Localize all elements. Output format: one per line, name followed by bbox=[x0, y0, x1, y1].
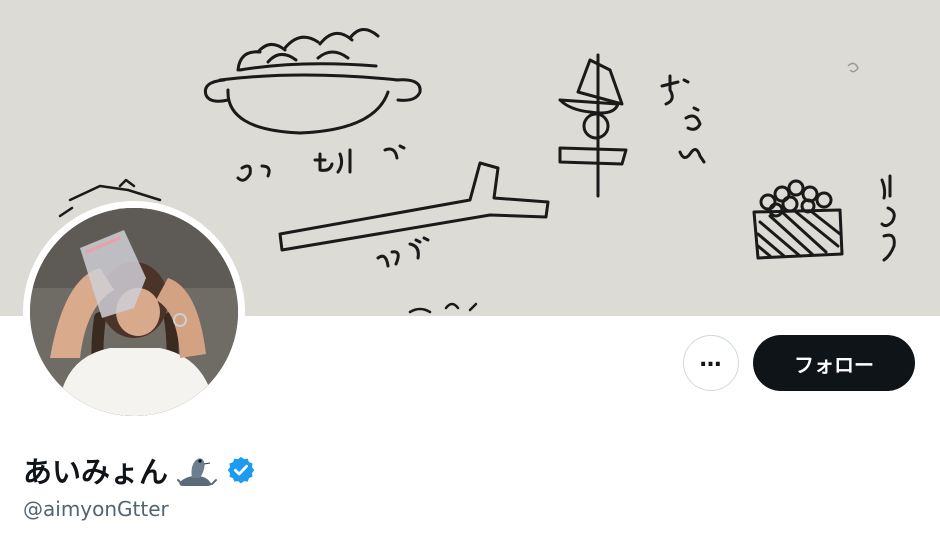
negi-label-doodle bbox=[376, 236, 430, 268]
oden-label-doodle bbox=[660, 74, 706, 164]
partial-doodle-bottom bbox=[408, 302, 478, 314]
follow-button[interactable]: フォロー bbox=[753, 335, 915, 391]
oden-doodle bbox=[558, 53, 628, 198]
avatar-photo bbox=[30, 208, 238, 416]
more-options-button[interactable]: … bbox=[683, 335, 739, 391]
follow-button-label: フォロー bbox=[794, 352, 874, 377]
profile-name-row: あいみょん bbox=[23, 448, 256, 492]
verified-badge-icon[interactable] bbox=[226, 455, 256, 485]
nabe-pot-doodle bbox=[203, 28, 422, 135]
negi-doodle bbox=[278, 161, 550, 252]
display-name: あいみょん bbox=[23, 455, 169, 489]
avatar[interactable] bbox=[30, 208, 238, 416]
motsunabe-label-doodle bbox=[236, 144, 406, 182]
more-dots-icon: … bbox=[699, 347, 723, 372]
ikura-label-doodle bbox=[880, 174, 896, 262]
seal-icon bbox=[177, 458, 218, 486]
faint-mark-doodle bbox=[847, 62, 859, 73]
profile-handle: @aimyonGtter bbox=[23, 497, 169, 521]
ikura-doodle bbox=[752, 179, 844, 260]
